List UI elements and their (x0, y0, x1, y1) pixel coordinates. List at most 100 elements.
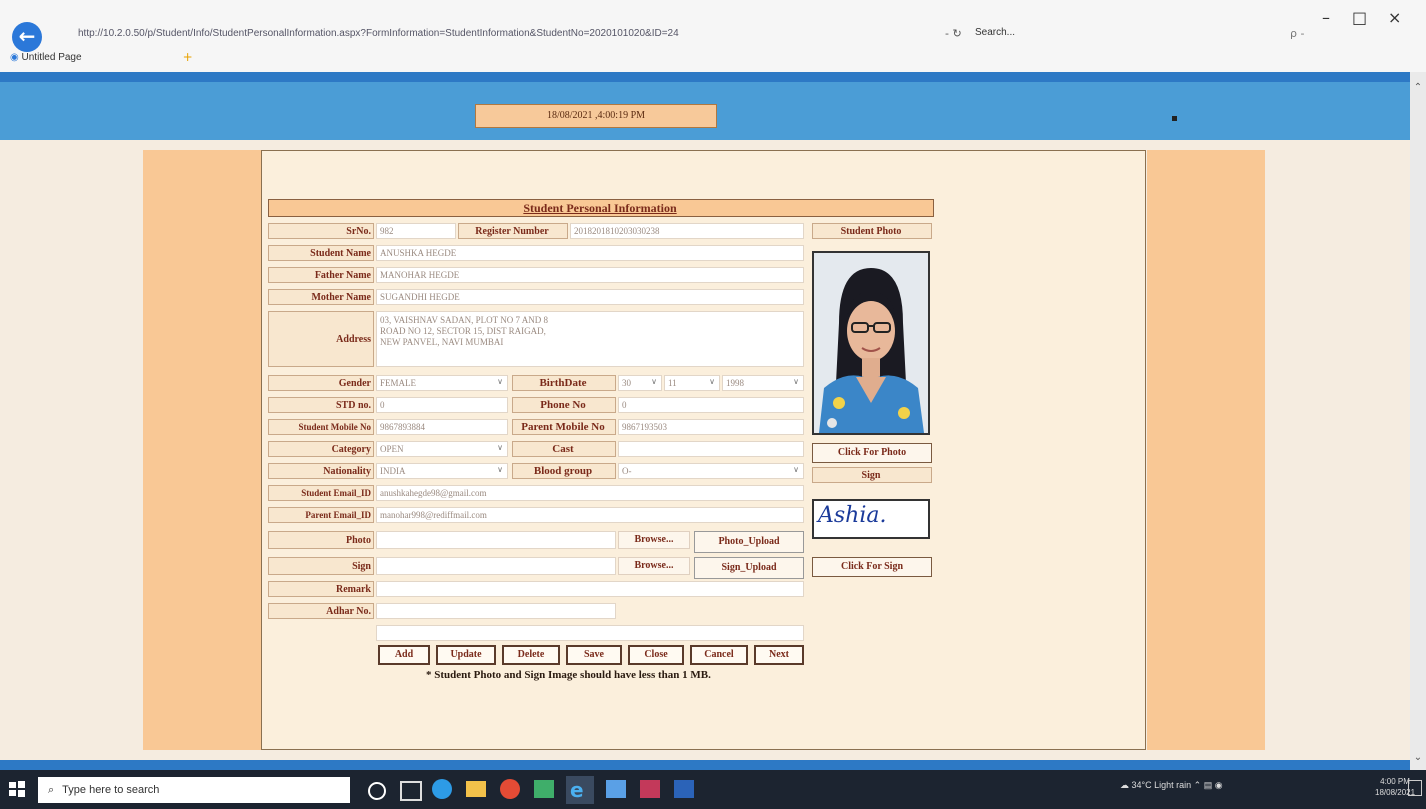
scroll-up-icon[interactable]: ⌃ (1410, 82, 1426, 93)
label-parent-email: Parent Email_ID (268, 507, 374, 523)
scroll-down-icon[interactable]: ⌄ (1410, 752, 1426, 763)
label-category: Category (268, 441, 374, 457)
label-parent-mobile: Parent Mobile No (512, 419, 616, 435)
vertical-scrollbar[interactable] (1410, 72, 1426, 770)
parent-mobile-field[interactable]: 9867193503 (618, 419, 804, 435)
cortana-icon[interactable] (368, 782, 386, 800)
student-name-field[interactable]: ANUSHKA HEGDE (376, 245, 804, 261)
student-mobile-field[interactable]: 9867893884 (376, 419, 508, 435)
form-panel: Student Personal Information SrNo. 982 R… (261, 150, 1146, 750)
browser-search-input[interactable]: Search... (975, 27, 1015, 38)
label-sign: Sign (268, 557, 374, 575)
father-name-field[interactable]: MANOHAR HEGDE (376, 267, 804, 283)
delete-button[interactable]: Delete (502, 645, 560, 665)
label-remark: Remark (268, 581, 374, 597)
powerpoint-icon[interactable] (640, 780, 660, 798)
taskbar-search-input[interactable]: ⌕ Type here to search (38, 777, 350, 803)
new-tab-icon[interactable]: + (175, 50, 193, 64)
label-adhar: Adhar No. (268, 603, 374, 619)
std-no-field[interactable]: 0 (376, 397, 508, 413)
remark-field[interactable] (376, 581, 804, 597)
label-srno: SrNo. (268, 223, 374, 239)
label-student-mobile: Student Mobile No (268, 419, 374, 435)
label-blood-group: Blood group (512, 463, 616, 479)
photo-file-input[interactable] (376, 531, 616, 549)
refresh-icon[interactable]: - ↻ (945, 27, 962, 40)
task-view-icon[interactable] (400, 781, 422, 801)
extra-field[interactable] (376, 625, 804, 641)
taskbar-search-placeholder: Type here to search (62, 784, 160, 796)
chrome-icon[interactable] (500, 779, 520, 799)
birth-month-select[interactable]: 11 (664, 375, 720, 391)
srno-field[interactable]: 982 (376, 223, 456, 239)
gender-select[interactable]: FEMALE (376, 375, 508, 391)
cancel-button[interactable]: Cancel (690, 645, 748, 665)
datetime-display: 18/08/2021 ,4:00:19 PM (475, 104, 717, 128)
cast-field[interactable] (618, 441, 804, 457)
weather-widget[interactable]: ☁ 34°C Light rain ⌃ ▤ ◉ (1120, 780, 1223, 791)
address-line: 03, VAISHNAV SADAN, PLOT NO 7 AND 8 (380, 315, 548, 325)
label-father-name: Father Name (268, 267, 374, 283)
app-icon[interactable] (606, 780, 626, 798)
register-number-field[interactable]: 2018201810203030238 (570, 223, 804, 239)
adhar-field[interactable] (376, 603, 616, 619)
page-body: 18/08/2021 ,4:00:19 PM Student Personal … (0, 72, 1410, 760)
cloud-icon: ☁ (1120, 780, 1132, 790)
word-icon[interactable] (674, 780, 694, 798)
phone-no-field[interactable]: 0 (618, 397, 804, 413)
label-nationality: Nationality (268, 463, 374, 479)
student-email-field[interactable]: anushkahegde98@gmail.com (376, 485, 804, 501)
maximize-icon[interactable]: □ (1352, 8, 1367, 27)
tray-icons: ⌃ ▤ ◉ (1191, 780, 1223, 790)
blood-group-select[interactable]: O- (618, 463, 804, 479)
category-select[interactable]: OPEN (376, 441, 508, 457)
back-button[interactable]: ← (12, 22, 42, 52)
close-button[interactable]: Close (628, 645, 684, 665)
sign-upload-button[interactable]: Sign_Upload (694, 557, 804, 579)
mother-name-field[interactable]: SUGANDHI HEGDE (376, 289, 804, 305)
notification-icon[interactable] (1408, 780, 1422, 796)
ie-icon[interactable]: e (566, 776, 594, 804)
bottom-band (0, 760, 1410, 770)
save-button[interactable]: Save (566, 645, 622, 665)
signature-image: Ashia. (812, 499, 930, 539)
left-margin-panel (143, 150, 261, 750)
label-birthdate: BirthDate (512, 375, 616, 391)
browser-tab[interactable]: ◉ Untitled Page (10, 52, 82, 63)
windows-start-icon[interactable] (8, 780, 26, 798)
nationality-select[interactable]: INDIA (376, 463, 508, 479)
add-button[interactable]: Add (378, 645, 430, 665)
search-icon[interactable]: ρ - (1290, 27, 1304, 40)
label-student-photo: Student Photo (812, 223, 932, 239)
label-photo: Photo (268, 531, 374, 549)
student-photo (812, 251, 930, 435)
birth-year-select[interactable]: 1998 (722, 375, 804, 391)
address-line: ROAD NO 12, SECTOR 15, DIST RAIGAD, (380, 326, 546, 336)
file-explorer-icon[interactable] (466, 781, 486, 797)
close-window-icon[interactable]: × (1388, 8, 1401, 27)
size-note: * Student Photo and Sign Image should ha… (426, 669, 711, 681)
photo-upload-button[interactable]: Photo_Upload (694, 531, 804, 553)
right-margin-panel (1147, 150, 1265, 750)
top-strip (0, 72, 1410, 82)
edge-icon[interactable] (432, 779, 452, 799)
birth-day-select[interactable]: 30 (618, 375, 662, 391)
click-for-photo-button[interactable]: Click For Photo (812, 443, 932, 463)
search-icon: ⌕ (48, 784, 55, 796)
address-bar[interactable]: http://10.2.0.50/p/Student/Info/StudentP… (78, 28, 718, 39)
click-for-sign-button[interactable]: Click For Sign (812, 557, 932, 577)
label-phone-no: Phone No (512, 397, 616, 413)
minimize-icon[interactable]: – (1322, 8, 1330, 27)
excel-icon[interactable] (534, 780, 554, 798)
tab-title: Untitled Page (21, 52, 82, 63)
label-student-email: Student Email_ID (268, 485, 374, 501)
update-button[interactable]: Update (436, 645, 496, 665)
label-student-name: Student Name (268, 245, 374, 261)
browse-photo-button[interactable]: Browse... (618, 531, 690, 549)
sign-file-input[interactable] (376, 557, 616, 575)
browse-sign-button[interactable]: Browse... (618, 557, 690, 575)
parent-email-field[interactable]: manohar998@rediffmail.com (376, 507, 804, 523)
next-button[interactable]: Next (754, 645, 804, 665)
mouse-cursor (1172, 116, 1177, 121)
address-field[interactable]: 03, VAISHNAV SADAN, PLOT NO 7 AND 8 ROAD… (376, 311, 804, 367)
